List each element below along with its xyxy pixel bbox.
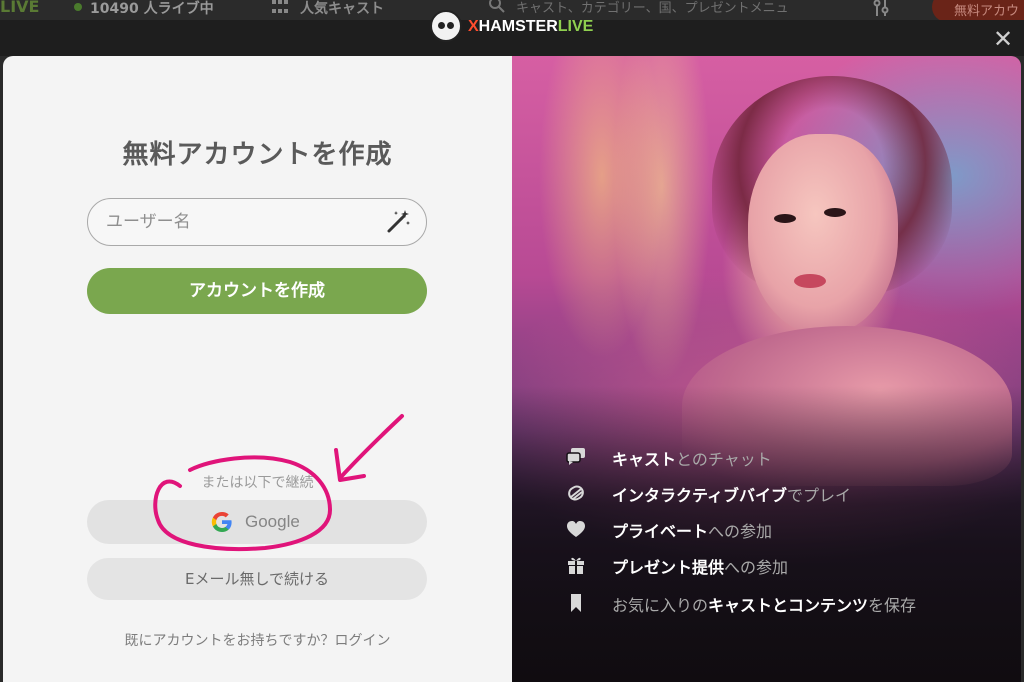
close-icon[interactable]: ✕ [990,26,1016,52]
feature-chat-rest: とのチャット [676,450,772,469]
feature-private-highlight: プライベート [612,522,709,541]
google-icon [211,512,232,532]
logo-live: LIVE [557,18,594,35]
nav-popular-casts[interactable]: 人気キャスト [300,0,384,18]
feature-chat-highlight: キャスト [612,450,677,469]
site-brand[interactable]: LIVE [0,0,39,16]
google-signin-button[interactable]: Google [87,500,427,544]
login-link[interactable]: ログイン [335,633,391,649]
feature-gift-highlight: プレゼント提供 [612,558,725,577]
feature-gift-rest: への参加 [724,558,789,577]
chat-bubbles-icon [566,448,585,465]
signup-modal: 無料アカウントを作成 アカウントを作成 または以下で継続 Google Eメール… [3,56,1021,682]
login-prompt: 既にアカウントをお持ちですか？ログイン [3,630,512,650]
feature-text-chat: キャストとのチャット [612,446,772,470]
feature-text-private: プライベートへの参加 [612,518,772,542]
modal-title: 無料アカウントを作成 [122,140,393,170]
gift-icon [568,557,584,574]
live-count: 10490 人ライブ中 [90,1,214,17]
feature-vibe-highlight: インタラクティブバイブ [612,486,788,505]
feature-favorites-highlight: キャストとコンテンツ [708,596,869,615]
bookmark-icon [571,594,581,612]
logo-hamster: HAMSTER [478,18,558,35]
filter-icon[interactable] [872,0,890,18]
promo-eye-right [824,208,846,217]
have-account-text: 既にアカウントをお持ちですか？ [124,633,335,649]
signup-form-panel: 無料アカウントを作成 アカウントを作成 または以下で継続 Google Eメール… [3,56,512,682]
feature-favorites-rest: を保存 [868,596,917,615]
magic-wand-icon[interactable] [384,208,412,236]
username-input[interactable] [106,199,376,244]
feature-private-rest: への参加 [708,522,773,541]
promo-lips [794,274,826,288]
or-continue-label: または以下で継続 [201,475,314,491]
promo-image-panel [512,56,1021,682]
promo-face-shape [748,134,898,334]
feature-text-favorites: お気に入りのキャストとコンテンツを保存 [612,592,916,616]
free-account-button[interactable]: 無料アカウ [932,0,1024,22]
feature-favorites-pre: お気に入りの [612,596,709,615]
promo-eye-left [774,214,796,223]
google-label: Google [245,512,300,531]
grid-icon [272,0,288,16]
vibration-icon [568,485,584,501]
create-account-button[interactable]: アカウントを作成 [87,268,427,314]
continue-without-email-button[interactable]: Eメール無しで続ける [87,558,427,600]
feature-vibe-rest: でプレイ [787,486,852,505]
heart-icon [567,521,585,537]
logo-x: X [468,18,479,35]
feature-text-vibe: インタラクティブバイブでプレイ [612,482,851,506]
xhamster-live-logo[interactable]: XHAMSTERLIVE [430,10,593,42]
hamster-mascot-icon [430,10,462,42]
feature-text-gift: プレゼント提供への参加 [612,554,788,578]
live-indicator-icon [74,3,82,11]
username-field[interactable] [87,198,427,246]
